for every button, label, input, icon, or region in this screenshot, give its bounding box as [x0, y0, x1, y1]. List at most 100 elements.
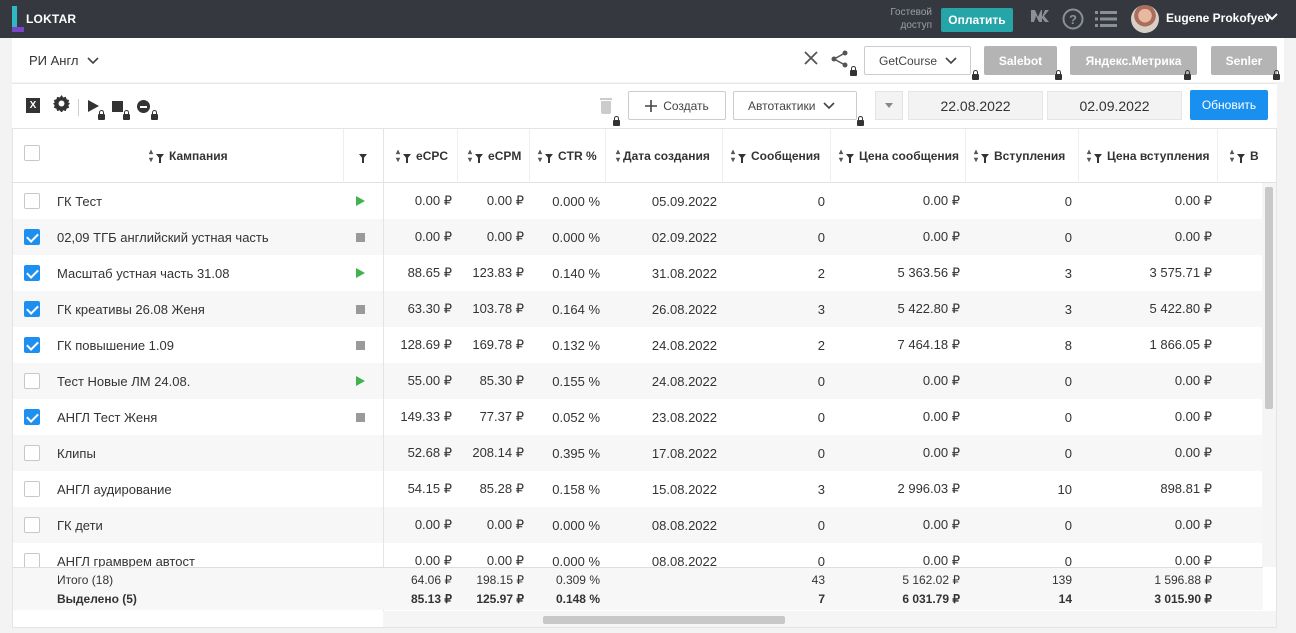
status-cell[interactable] [354, 399, 366, 435]
campaign-name[interactable]: Тест Новые ЛМ 24.08. [57, 363, 190, 399]
table-row[interactable]: ГК повышение 1.09 128.69 ₽ 169.78 ₽ 0.132 %… [13, 327, 1263, 363]
row-checkbox[interactable] [24, 229, 40, 245]
col-messages[interactable]: ▴ ▾ Сообщения [723, 129, 831, 183]
col-created[interactable]: ▴ ▾ Дата создания [606, 129, 723, 183]
row-checkbox[interactable] [24, 265, 40, 281]
excel-export-icon[interactable]: X [26, 98, 40, 113]
table-row[interactable]: АНГЛ аудирование 54.15 ₽ 85.28 ₽ 0.158 % 15.… [13, 471, 1263, 507]
table-row[interactable]: Тест Новые ЛМ 24.08. 55.00 ₽ 85.30 ₽ 0.155 … [13, 363, 1263, 399]
totals-messages: 43 [811, 572, 825, 587]
stop-icon[interactable] [355, 232, 365, 242]
table-row[interactable]: ГК креативы 26.08 Женя 63.30 ₽ 103.78 ₽ 0.1… [13, 291, 1263, 327]
campaign-name[interactable]: ГК креативы 26.08 Женя [57, 291, 205, 327]
create-button[interactable]: Создать [628, 91, 726, 120]
user-avatar[interactable] [1131, 5, 1159, 33]
table-row[interactable]: ГК дети 0.00 ₽ 0.00 ₽ 0.000 % 08.08.2022 0 0.0… [13, 507, 1263, 543]
row-checkbox[interactable] [24, 337, 40, 353]
stop-icon[interactable] [112, 101, 123, 112]
gear-icon[interactable] [53, 95, 70, 112]
row-checkbox[interactable] [24, 517, 40, 533]
column-divider [383, 129, 384, 627]
status-cell[interactable] [354, 507, 366, 543]
campaign-name[interactable]: Клипы [57, 435, 96, 471]
campaign-name[interactable]: ГК дети [57, 507, 103, 543]
selected-joins: 14 [1058, 591, 1072, 606]
table-row[interactable]: АНГЛ Тест Женя 149.33 ₽ 77.37 ₽ 0.052 % 23.0… [13, 399, 1263, 435]
status-cell[interactable] [354, 327, 366, 363]
play-icon[interactable] [355, 376, 365, 386]
vk-icon[interactable] [1030, 9, 1054, 23]
status-cell[interactable] [354, 291, 366, 327]
play-icon[interactable] [88, 100, 99, 112]
table-row[interactable]: ГК Тест 0.00 ₽ 0.00 ₽ 0.000 % 05.09.2022 0 0.0… [13, 183, 1263, 219]
status-cell[interactable] [354, 183, 366, 219]
close-icon[interactable] [804, 48, 818, 71]
remove-circle-icon[interactable] [137, 100, 150, 113]
row-checkbox[interactable] [24, 445, 40, 461]
cell-joins: 0 [1064, 229, 1072, 245]
update-button[interactable]: Обновить [1190, 90, 1268, 120]
status-cell[interactable] [354, 255, 366, 291]
row-checkbox[interactable] [24, 481, 40, 497]
trash-icon[interactable] [600, 97, 612, 114]
col-msg-price[interactable]: ▴ ▾ Цена сообщения [831, 129, 966, 183]
status-cell[interactable] [354, 219, 366, 255]
play-icon[interactable] [355, 268, 365, 278]
row-checkbox[interactable] [24, 373, 40, 389]
campaign-name[interactable]: АНГЛ аудирование [57, 471, 172, 507]
pay-button[interactable]: Оплатить [941, 8, 1013, 32]
guest-access-label: Гостевой доступ [870, 6, 932, 32]
col-status-filter[interactable] [343, 129, 384, 183]
col-more[interactable]: ▴ ▾ В [1218, 129, 1276, 183]
col-ecpm[interactable]: ▴ ▾ eCPM [458, 129, 530, 183]
campaign-name[interactable]: 02,09 ТГБ английский устная часть [57, 219, 269, 255]
row-checkbox[interactable] [24, 301, 40, 317]
date-preset-dropdown[interactable] [875, 91, 903, 120]
campaign-name[interactable]: Масштаб устная часть 31.08 [57, 255, 229, 291]
table-row[interactable]: Масштаб устная часть 31.08 88.65 ₽ 123.83 … [13, 255, 1263, 291]
col-ctr[interactable]: ▴ ▾ CTR % [530, 129, 606, 183]
senler-button[interactable]: Senler [1211, 46, 1277, 75]
selected-ctr: 0.148 % [555, 591, 600, 606]
campaign-name[interactable]: ГК повышение 1.09 [57, 327, 174, 363]
campaign-name[interactable]: АНГЛ Тест Женя [57, 399, 157, 435]
lock-icon [613, 116, 620, 126]
col-ecpc[interactable]: ▴ ▾ eCPC [386, 129, 458, 183]
vertical-scroll-thumb[interactable] [1265, 187, 1273, 409]
status-cell[interactable] [354, 435, 366, 471]
totals-label: Итого (18) [57, 572, 114, 587]
status-cell[interactable] [354, 471, 366, 507]
vertical-scrollbar[interactable] [1262, 183, 1276, 567]
share-icon[interactable] [831, 50, 849, 71]
horizontal-scrollbar[interactable] [383, 611, 1276, 627]
select-all-checkbox[interactable] [24, 145, 40, 161]
campaign-name[interactable]: ГК Тест [57, 183, 102, 219]
date-from-field[interactable]: 22.08.2022 [908, 91, 1043, 120]
list-menu-icon[interactable] [1095, 10, 1117, 28]
yandex-metrika-button[interactable]: Яндекс.Метрика [1070, 46, 1197, 75]
getcourse-dropdown[interactable]: GetCourse [864, 46, 971, 75]
chevron-down-icon[interactable] [1266, 9, 1278, 26]
row-checkbox[interactable] [24, 409, 40, 425]
salebot-button[interactable]: Salebot [984, 46, 1057, 75]
status-cell[interactable] [354, 363, 366, 399]
table-row[interactable]: 02,09 ТГБ английский устная часть 0.00 ₽ 0… [13, 219, 1263, 255]
col-joins[interactable]: ▴ ▾ Вступления [966, 129, 1079, 183]
horizontal-scroll-thumb[interactable] [543, 616, 785, 624]
play-icon[interactable] [355, 196, 365, 206]
col-join-price[interactable]: ▴ ▾ Цена вступления [1079, 129, 1218, 183]
stop-icon[interactable] [355, 304, 365, 314]
username[interactable]: Eugene Prokofyev [1166, 11, 1271, 25]
cell-ecpc: 88.65 ₽ [407, 265, 452, 280]
cell-join-price: 5 422.80 ₽ [1149, 301, 1213, 316]
help-icon[interactable]: ? [1062, 8, 1084, 30]
col-campaign[interactable]: ▴ ▾ Кампания [149, 129, 349, 183]
autotactics-dropdown[interactable]: Автотактики [733, 91, 857, 120]
stop-icon[interactable] [355, 412, 365, 422]
project-selector[interactable]: РИ Англ [29, 53, 99, 68]
date-to-field[interactable]: 02.09.2022 [1047, 91, 1182, 120]
loktar-logo[interactable]: LOKTAR [12, 4, 76, 34]
stop-icon[interactable] [355, 340, 365, 350]
row-checkbox[interactable] [24, 193, 40, 209]
table-row[interactable]: Клипы 52.68 ₽ 208.14 ₽ 0.395 % 17.08.2022 0 0.… [13, 435, 1263, 471]
